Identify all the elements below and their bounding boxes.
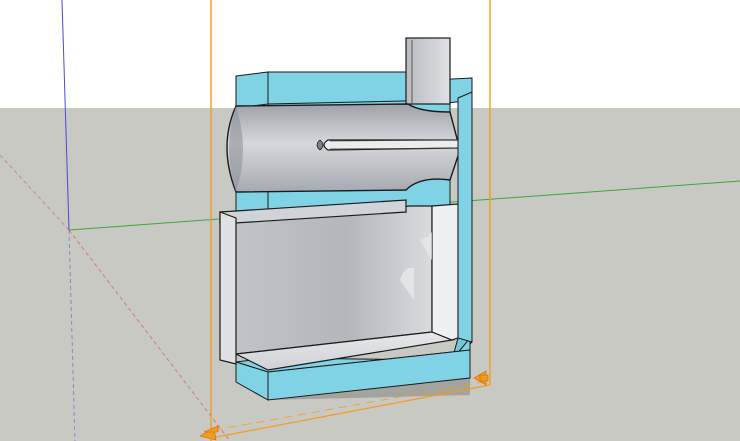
3d-scene[interactable] (0, 0, 740, 441)
firebox-left-wall (219, 211, 237, 365)
modeling-viewport[interactable] (0, 0, 740, 441)
top-cut-face (235, 71, 269, 109)
top-cut-face-right (267, 71, 407, 105)
chimney-pipe (405, 37, 451, 105)
firebox-right-wall (431, 203, 459, 341)
right-cut-edge (457, 91, 473, 343)
